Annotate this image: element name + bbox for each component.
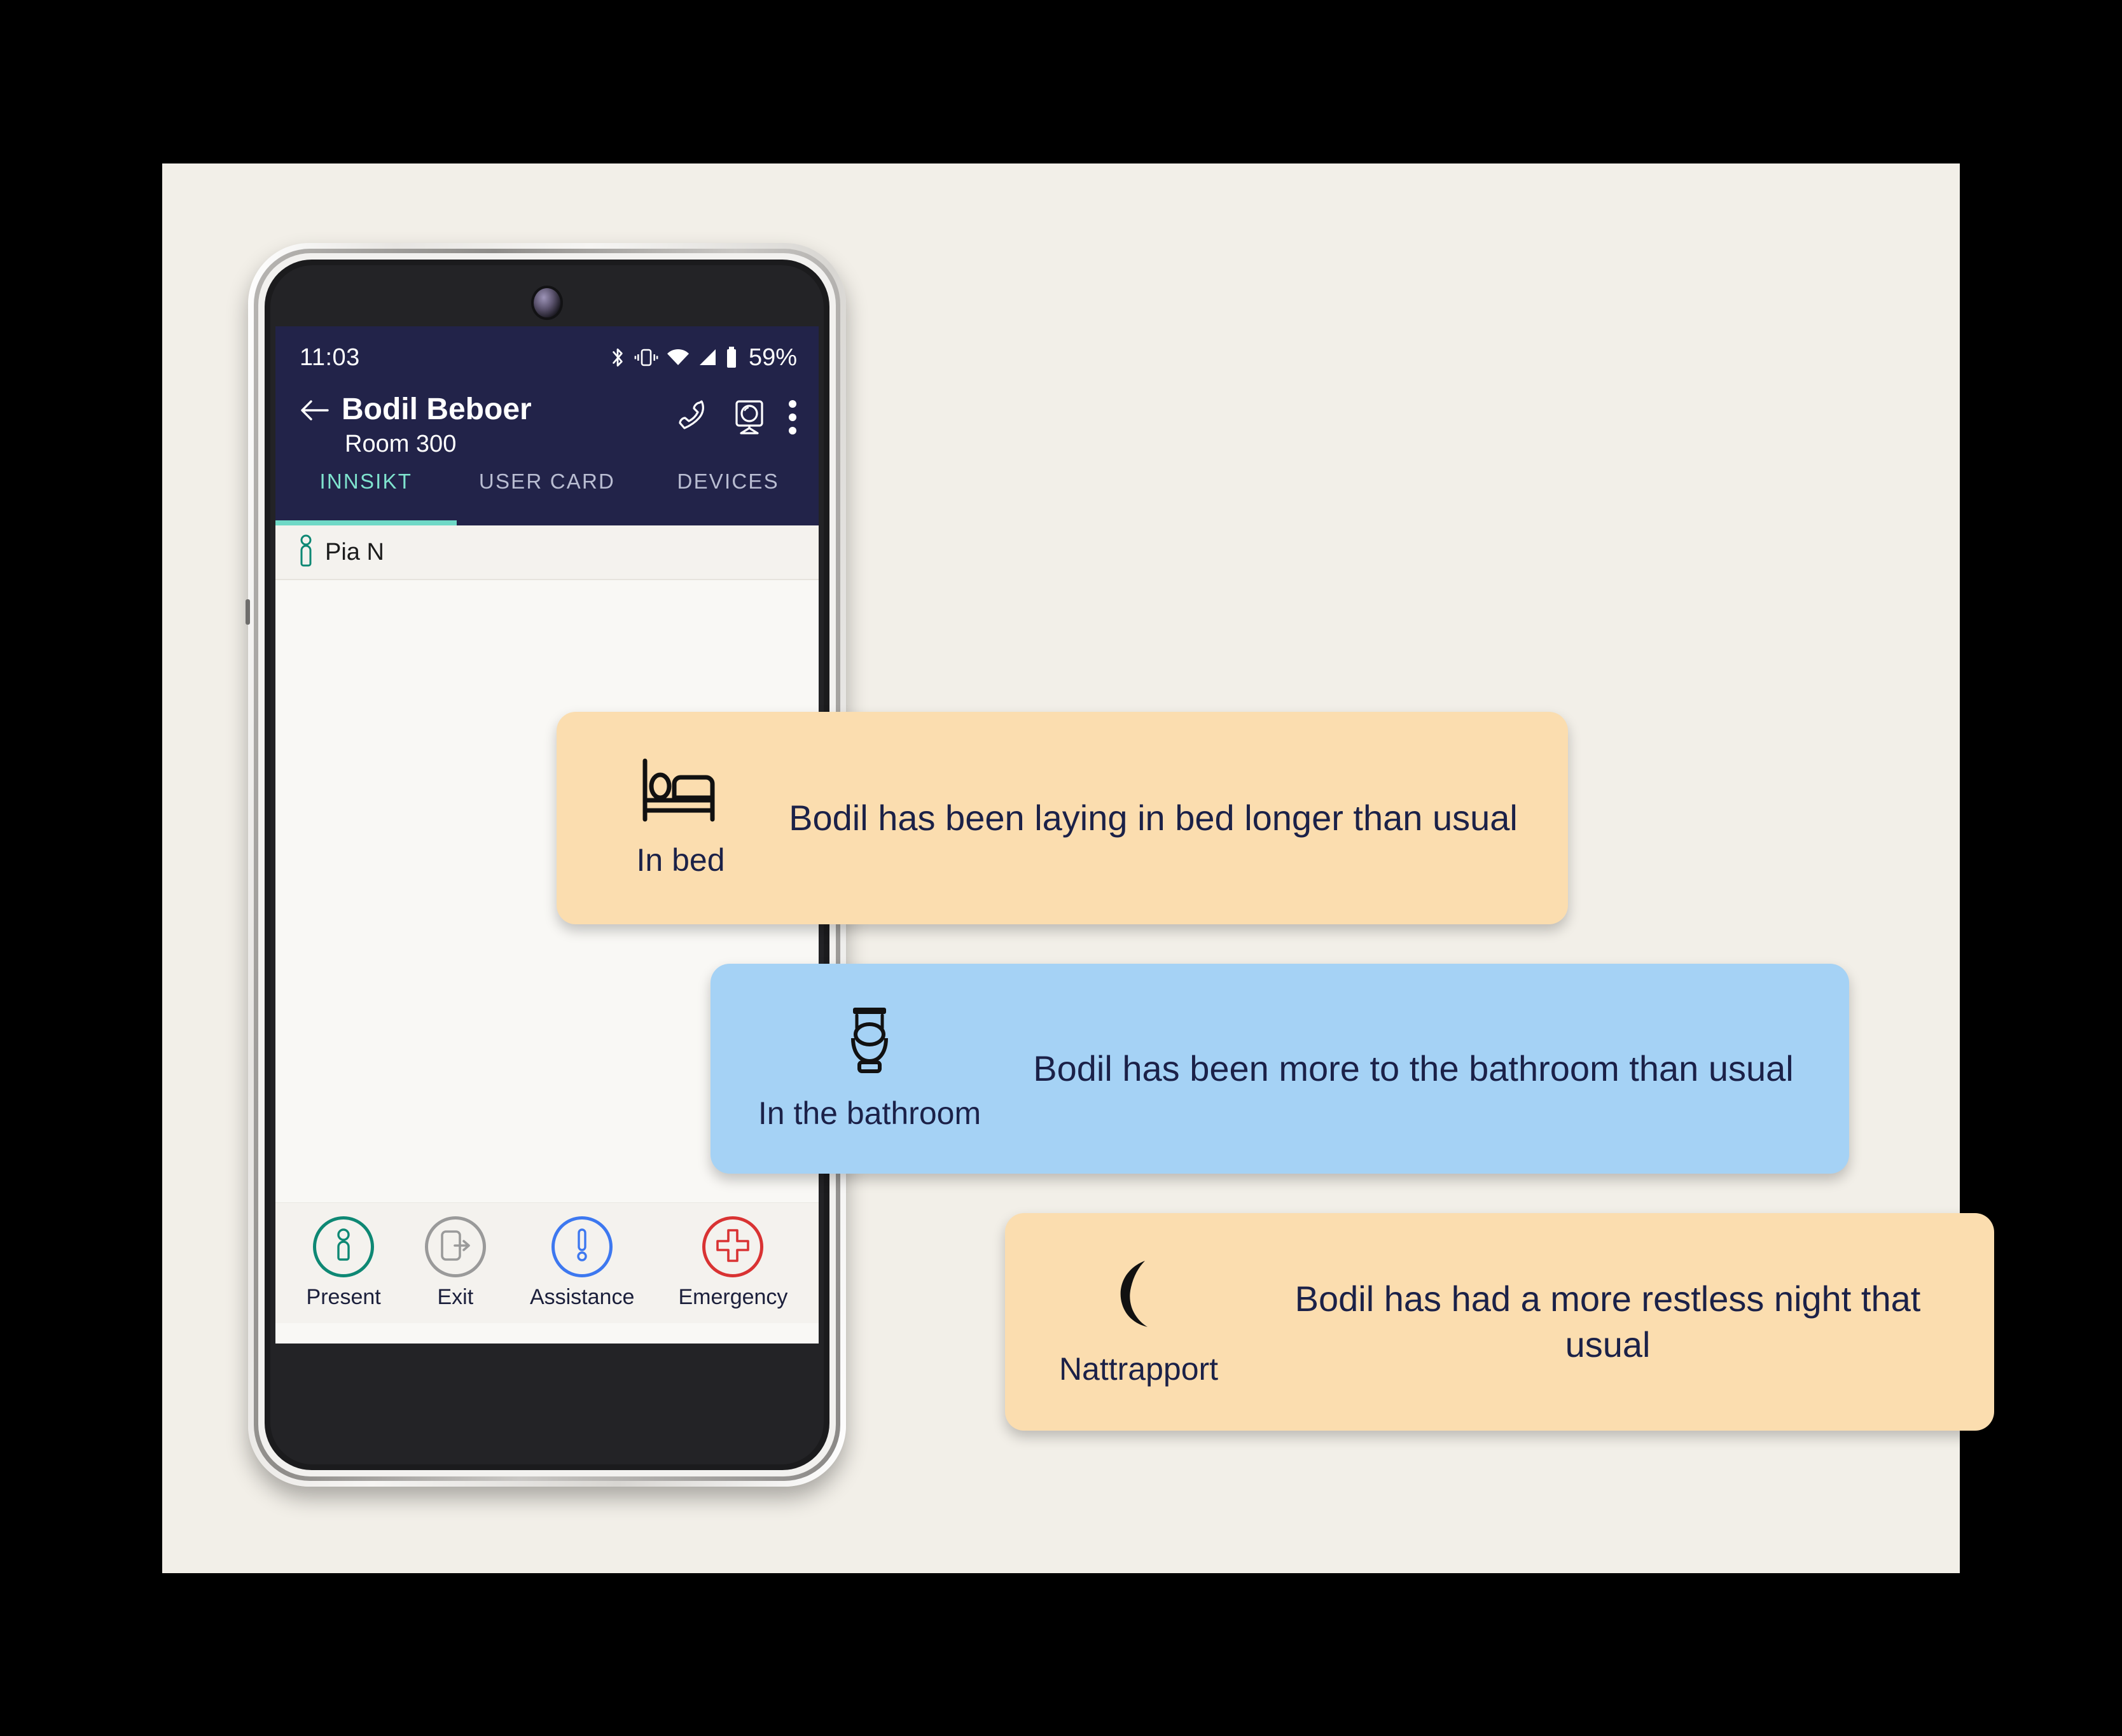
callout-left-column: In the bathroom — [736, 1006, 1003, 1132]
bluetooth-icon — [609, 347, 626, 368]
action-label: Assistance — [529, 1285, 635, 1309]
front-camera-icon — [534, 288, 560, 317]
tab-devices[interactable]: DEVICES — [637, 469, 819, 494]
tab-content: Pia N Present Exit Assistance Emergency — [275, 525, 819, 1344]
phone-call-icon[interactable] — [676, 399, 711, 439]
exit-door-icon — [438, 1228, 473, 1267]
room-subtitle: Room 300 — [345, 430, 457, 457]
status-bar: 11:03 59% — [275, 326, 819, 389]
action-bar: Present Exit Assistance Emergency — [275, 1202, 819, 1323]
callout-label: Nattrapport — [1058, 1351, 1219, 1387]
person-icon — [333, 1227, 354, 1267]
screen-footer — [275, 1323, 819, 1344]
medical-cross-icon — [715, 1228, 751, 1267]
overflow-menu-icon[interactable] — [788, 399, 797, 438]
phone-side-button — [246, 599, 250, 625]
callout-left-column: In bed — [601, 758, 760, 878]
tab-bar: INNSIKT USER CARD DEVICES — [275, 459, 819, 521]
exclamation-icon — [575, 1227, 589, 1267]
poster-canvas: 11:03 59% Bodil Beboer Room 300 INNSIKT … — [162, 163, 1994, 1573]
toilet-icon — [839, 1006, 900, 1078]
tab-user-card[interactable]: USER CARD — [457, 469, 638, 494]
wifi-icon — [667, 349, 690, 366]
action-present[interactable]: Present — [307, 1216, 381, 1310]
carer-name: Pia N — [325, 538, 384, 566]
callout-message: Bodil has had a more restless night that… — [1294, 1279, 1921, 1364]
callout-left-column: Nattrapport — [1030, 1257, 1247, 1387]
callout-label: In bed — [636, 842, 725, 878]
callout-card-night-report[interactable]: Nattrapport Bodil has had a more restles… — [1005, 1213, 1994, 1431]
app-bar-actions — [676, 399, 797, 439]
status-icon-group: 59% — [609, 344, 797, 372]
moon-icon — [1106, 1257, 1172, 1334]
vibrate-icon — [634, 348, 658, 367]
tab-active-indicator — [275, 520, 819, 526]
action-label: Exit — [437, 1285, 474, 1309]
status-clock: 11:03 — [300, 344, 360, 371]
app-bar: Bodil Beboer Room 300 — [275, 389, 819, 460]
action-assistance[interactable]: Assistance — [530, 1216, 634, 1310]
carer-row[interactable]: Pia N — [275, 525, 819, 581]
back-arrow-icon[interactable] — [300, 398, 329, 426]
tab-innsikt[interactable]: INNSIKT — [275, 469, 457, 494]
page-title: Bodil Beboer — [342, 392, 532, 426]
action-label: Emergency — [678, 1285, 788, 1309]
callout-card-bathroom[interactable]: In the bathroom Bodil has been more to t… — [711, 964, 1849, 1174]
person-icon — [297, 534, 315, 571]
battery-percent-label: 59% — [748, 344, 797, 371]
cellular-signal-icon — [698, 349, 717, 366]
camera-icon[interactable] — [733, 399, 765, 439]
callout-card-in-bed[interactable]: In bed Bodil has been laying in bed long… — [557, 712, 1568, 924]
action-emergency[interactable]: Emergency — [678, 1216, 787, 1310]
battery-icon — [725, 347, 738, 368]
callout-message: Bodil has been more to the bathroom than… — [1033, 1048, 1794, 1089]
callout-label: In the bathroom — [758, 1095, 981, 1131]
callout-message: Bodil has been laying in bed longer than… — [789, 798, 1518, 838]
action-label: Present — [306, 1285, 381, 1309]
bed-icon — [641, 758, 720, 825]
action-exit[interactable]: Exit — [424, 1216, 486, 1310]
